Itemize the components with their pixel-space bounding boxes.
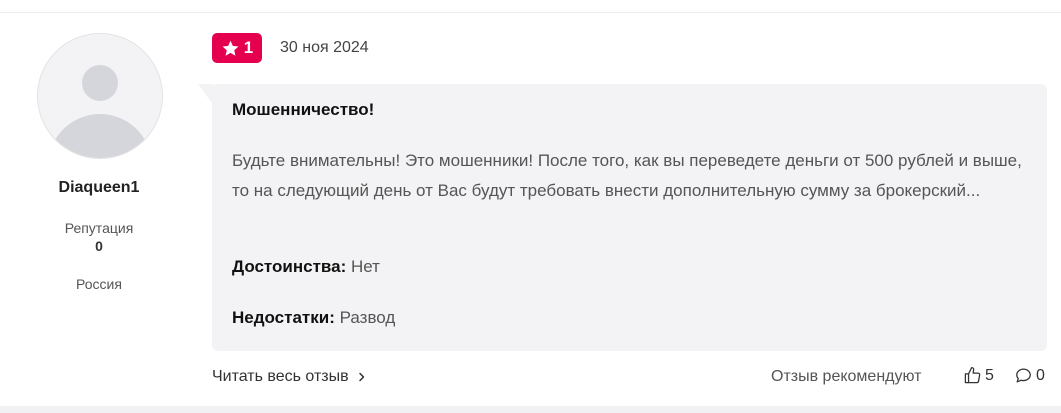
read-full-review-link[interactable]: Читать весь отзыв: [212, 368, 367, 386]
review-cons: Недостатки: Развод: [232, 308, 395, 328]
review-text: Будьте внимательны! Это мошенники! После…: [232, 151, 1022, 200]
cons-label: Недостатки:: [232, 308, 335, 327]
review-pros: Достоинства: Нет: [232, 257, 380, 277]
reputation-label: Репутация: [64, 220, 134, 236]
reputation-value: 0: [95, 238, 103, 254]
review-title[interactable]: Мошенничество!: [232, 100, 374, 120]
like-button[interactable]: 5: [963, 366, 994, 385]
comments-button[interactable]: 0: [1014, 366, 1045, 385]
bottom-separator: [0, 406, 1061, 413]
user-country: Россия: [76, 276, 122, 292]
review-date: 30 ноя 2024: [280, 39, 369, 56]
top-divider: [0, 12, 1061, 13]
comments-count: 0: [1036, 366, 1045, 384]
rating-value: 1: [243, 38, 254, 57]
pros-value: Нет: [351, 257, 380, 276]
likes-count: 5: [985, 366, 994, 384]
avatar-head-shape: [82, 65, 118, 101]
chevron-right-icon: [358, 372, 364, 382]
thumbs-up-icon: [964, 366, 981, 384]
user-avatar[interactable]: [37, 33, 163, 159]
cons-value: Развод: [339, 308, 396, 327]
username[interactable]: Diaqueen1: [0, 179, 198, 197]
star-icon: [222, 40, 239, 56]
avatar-body-shape: [48, 114, 152, 158]
rating-badge: 1: [212, 33, 262, 63]
pros-label: Достоинства:: [232, 257, 347, 276]
recommend-label: Отзыв рекомендуют: [771, 368, 922, 385]
comment-icon: [1016, 368, 1031, 383]
read-more-label: Читать весь отзыв: [212, 368, 349, 385]
